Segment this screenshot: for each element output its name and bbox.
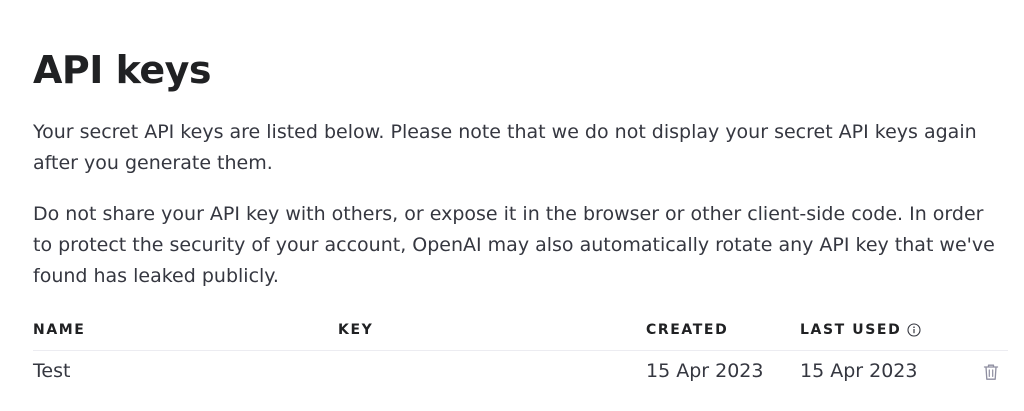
column-header-created: CREATED xyxy=(646,322,729,338)
last-used-date-cell: 15 Apr 2023 xyxy=(800,360,918,382)
column-header-last-used: LAST USED xyxy=(800,322,921,338)
column-header-key: KEY xyxy=(338,322,374,338)
trash-icon xyxy=(983,363,999,385)
security-warning-paragraph: Do not share your API key with others, o… xyxy=(33,203,995,287)
info-icon[interactable] xyxy=(907,323,921,337)
page-title: API keys xyxy=(33,48,212,92)
created-date-cell: 15 Apr 2023 xyxy=(646,360,764,382)
table-row: Test 15 Apr 2023 15 Apr 2023 xyxy=(33,356,1008,392)
key-name-cell: Test xyxy=(33,360,71,382)
intro-paragraph: Your secret API keys are listed below. P… xyxy=(33,121,977,174)
key-value-cell xyxy=(338,360,618,382)
column-header-last-used-label: LAST USED xyxy=(800,322,902,338)
api-keys-table-header: NAME KEY CREATED LAST USED xyxy=(33,318,1008,351)
delete-key-button[interactable] xyxy=(981,363,1001,385)
column-header-name: NAME xyxy=(33,322,86,338)
